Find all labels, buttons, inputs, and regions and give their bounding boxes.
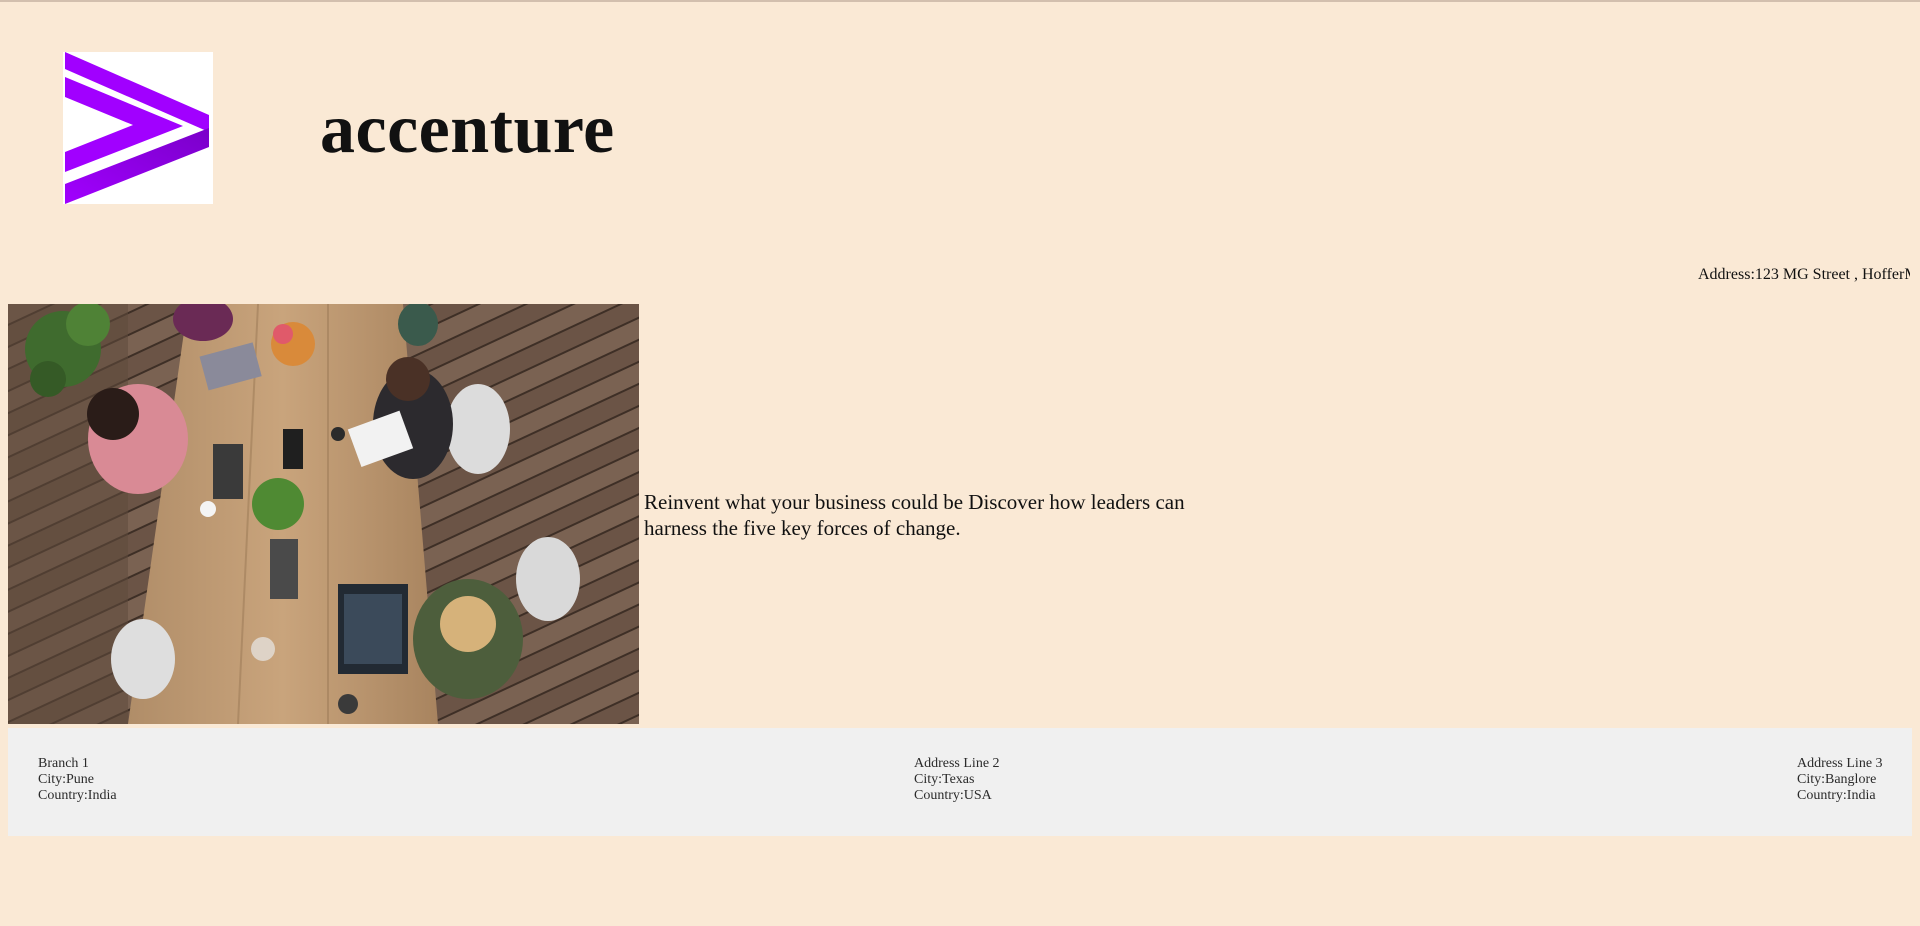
top-divider [0, 0, 1920, 2]
brand-name: accenture [320, 91, 615, 168]
branch-card-1: Branch 1 City:Pune Country:India [38, 756, 117, 804]
greater-than-logo-icon [65, 52, 209, 204]
address-marquee-text: Address:123 MG Street , HofferM [1698, 266, 1910, 283]
address-marquee: Address:123 MG Street , HofferM [0, 265, 1910, 285]
accenture-logo [63, 52, 213, 204]
branch-2-city: City:Texas [914, 772, 975, 787]
branch-1-country: Country:India [38, 788, 117, 803]
branch-3-country: Country:India [1797, 788, 1876, 803]
branch-1-city: City:Pune [38, 772, 95, 787]
branch-2-title: Address Line 2 [914, 756, 1000, 771]
hero-image [8, 304, 639, 724]
branch-card-2: Address Line 2 City:Texas Country:USA [914, 756, 1000, 804]
footer-branches: Branch 1 City:Pune Country:India Address… [8, 728, 1912, 836]
branch-card-3: Address Line 3 City:Banglore Country:Ind… [1797, 756, 1883, 804]
branch-1-title: Branch 1 [38, 756, 89, 771]
branch-2-country: Country:USA [914, 788, 992, 803]
office-meeting-photo-icon [8, 304, 639, 724]
branch-3-city: City:Banglore [1797, 772, 1877, 787]
branch-3-title: Address Line 3 [1797, 756, 1883, 771]
hero-tagline: Reinvent what your business could be Dis… [644, 490, 1185, 540]
